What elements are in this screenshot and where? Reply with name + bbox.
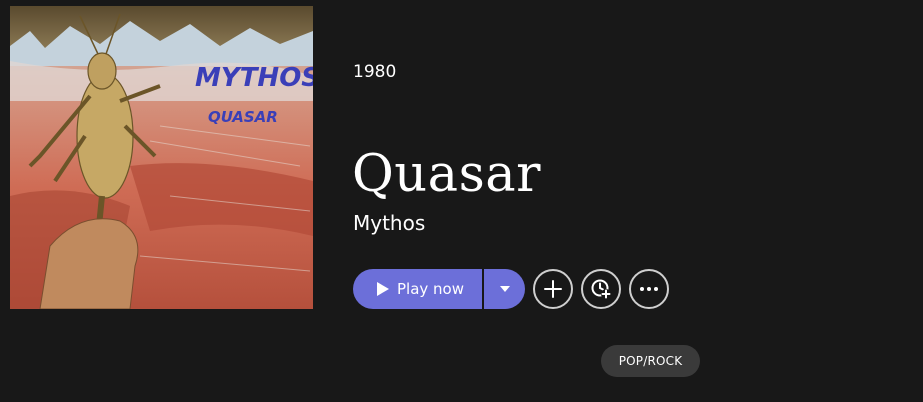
cover-band-name: MYTHOS bbox=[195, 63, 313, 93]
more-options-button[interactable] bbox=[629, 269, 669, 309]
album-cover[interactable]: MYTHOS QUASAR bbox=[10, 6, 313, 309]
play-now-label: Play now bbox=[397, 280, 465, 298]
caret-down-icon bbox=[499, 286, 510, 292]
album-artist-link[interactable]: Mythos bbox=[353, 211, 425, 235]
play-icon bbox=[377, 282, 389, 296]
plus-icon bbox=[544, 280, 562, 298]
album-title: Quasar bbox=[352, 145, 542, 204]
clock-plus-icon bbox=[591, 279, 611, 299]
play-options-dropdown[interactable] bbox=[484, 269, 525, 309]
add-to-queue-button[interactable] bbox=[581, 269, 621, 309]
play-button-group: Play now bbox=[353, 269, 525, 309]
cover-album-name: QUASAR bbox=[208, 108, 278, 126]
play-now-button[interactable]: Play now bbox=[353, 269, 482, 309]
album-year: 1980 bbox=[353, 62, 397, 82]
add-to-library-button[interactable] bbox=[533, 269, 573, 309]
genre-tag[interactable]: POP/ROCK bbox=[601, 345, 700, 377]
ellipsis-icon bbox=[640, 287, 658, 291]
